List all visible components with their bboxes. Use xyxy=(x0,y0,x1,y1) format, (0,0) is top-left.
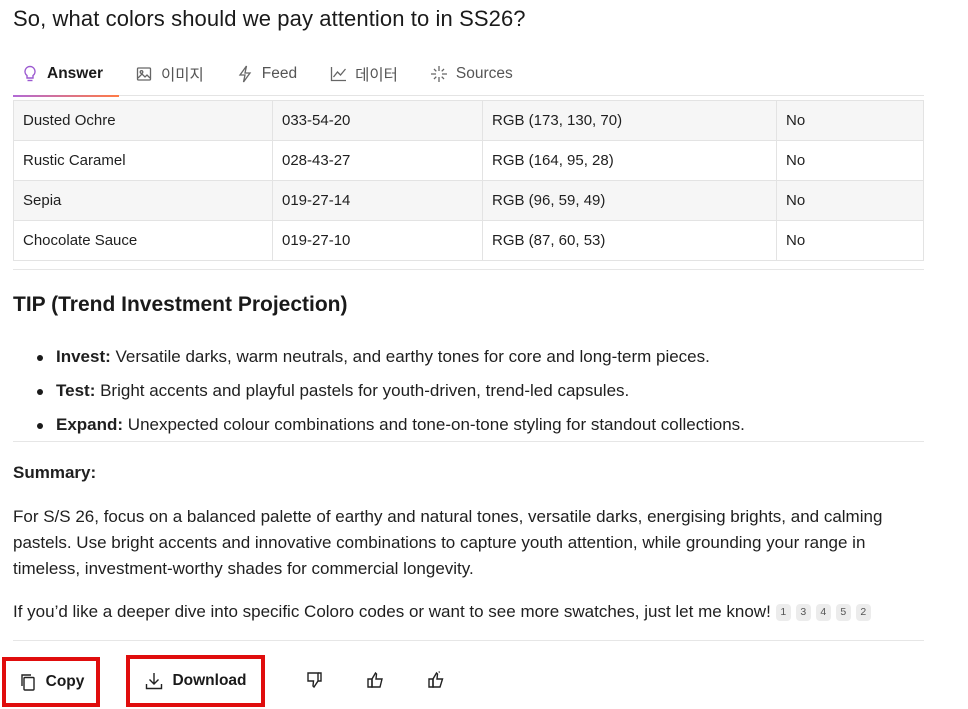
color-name: Chocolate Sauce xyxy=(13,220,273,261)
tip-list: Invest: Versatile darks, warm neutrals, … xyxy=(37,340,745,442)
sparkle-icon xyxy=(430,65,448,83)
color-flag: No xyxy=(776,100,924,141)
action-bar: Copy Download xyxy=(0,655,968,709)
color-code: 028-43-27 xyxy=(272,140,483,181)
color-code: 033-54-20 xyxy=(272,100,483,141)
color-rgb: RGB (96, 59, 49) xyxy=(482,180,777,221)
citation-badge[interactable]: 3 xyxy=(795,603,811,621)
tip-text: Bright accents and playful pastels for y… xyxy=(95,381,630,400)
divider xyxy=(13,640,924,641)
table-row: Chocolate Sauce 019-27-10 RGB (87, 60, 5… xyxy=(13,220,924,261)
list-item: Invest: Versatile darks, warm neutrals, … xyxy=(37,340,745,374)
citation-badge[interactable]: 5 xyxy=(835,603,851,621)
table-row: Dusted Ochre 033-54-20 RGB (173, 130, 70… xyxy=(13,100,924,141)
double-thumbs-up-icon[interactable] xyxy=(424,669,446,691)
copy-icon xyxy=(18,672,38,692)
color-rgb: RGB (173, 130, 70) xyxy=(482,100,777,141)
tab-answer-label: Answer xyxy=(47,64,103,82)
color-flag: No xyxy=(776,220,924,261)
lightning-icon xyxy=(236,65,254,83)
citation-badge[interactable]: 2 xyxy=(855,603,871,621)
list-item: Expand: Unexpected colour combinations a… xyxy=(37,408,745,442)
color-code: 019-27-14 xyxy=(272,180,483,221)
list-item: Test: Bright accents and playful pastels… xyxy=(37,374,745,408)
table-row: Rustic Caramel 028-43-27 RGB (164, 95, 2… xyxy=(13,140,924,181)
tip-label: Invest: xyxy=(56,347,111,366)
color-rgb: RGB (164, 95, 28) xyxy=(482,140,777,181)
color-name: Dusted Ochre xyxy=(13,100,273,141)
tip-text: Unexpected colour combinations and tone-… xyxy=(123,415,745,434)
tab-images-label: 이미지 xyxy=(161,66,204,84)
thumbs-down-icon[interactable] xyxy=(304,669,326,691)
tip-text: Versatile darks, warm neutrals, and eart… xyxy=(110,347,710,366)
question-title: So, what colors should we pay attention … xyxy=(13,6,526,31)
tab-images[interactable]: 이미지 xyxy=(127,52,214,96)
citation-badge[interactable]: 1 xyxy=(775,603,791,621)
color-name: Rustic Caramel xyxy=(13,140,273,181)
color-rgb: RGB (87, 60, 53) xyxy=(482,220,777,261)
copy-button[interactable]: Copy xyxy=(2,657,100,707)
divider xyxy=(13,441,924,442)
tab-sources[interactable]: Sources xyxy=(422,52,523,96)
closing-text: If you’d like a deeper dive into specifi… xyxy=(13,602,771,621)
download-label: Download xyxy=(172,672,247,689)
line-chart-icon xyxy=(329,65,347,83)
color-code: 019-27-10 xyxy=(272,220,483,261)
tip-heading: TIP (Trend Investment Projection) xyxy=(13,293,348,316)
color-table: Dusted Ochre 033-54-20 RGB (173, 130, 70… xyxy=(13,100,924,261)
citation-badge[interactable]: 4 xyxy=(815,603,831,621)
tab-data[interactable]: 데이터 xyxy=(321,52,408,96)
color-name: Sepia xyxy=(13,180,273,221)
tab-feed[interactable]: Feed xyxy=(228,52,307,96)
tab-sources-label: Sources xyxy=(455,64,513,82)
table-row: Sepia 019-27-14 RGB (96, 59, 49) No xyxy=(13,180,924,221)
thumbs-up-icon[interactable] xyxy=(364,669,386,691)
lightbulb-icon xyxy=(21,65,39,83)
image-icon xyxy=(135,65,153,83)
download-button[interactable]: Download xyxy=(126,655,265,707)
closing-line: If you’d like a deeper dive into specifi… xyxy=(13,599,871,625)
tip-label: Expand: xyxy=(56,415,124,434)
color-flag: No xyxy=(776,140,924,181)
summary-paragraph: For S/S 26, focus on a balanced palette … xyxy=(13,507,883,578)
tip-label: Test: xyxy=(56,381,96,400)
color-flag: No xyxy=(776,180,924,221)
tab-feed-label: Feed xyxy=(261,64,298,82)
summary-heading: Summary: xyxy=(13,463,97,482)
tab-answer[interactable]: Answer xyxy=(13,52,119,97)
copy-label: Copy xyxy=(45,673,85,690)
tab-bar: Answer 이미지 Feed 데이터 Sources xyxy=(13,52,924,97)
tab-data-label: 데이터 xyxy=(355,66,398,84)
download-icon xyxy=(144,671,164,691)
divider xyxy=(13,269,924,270)
